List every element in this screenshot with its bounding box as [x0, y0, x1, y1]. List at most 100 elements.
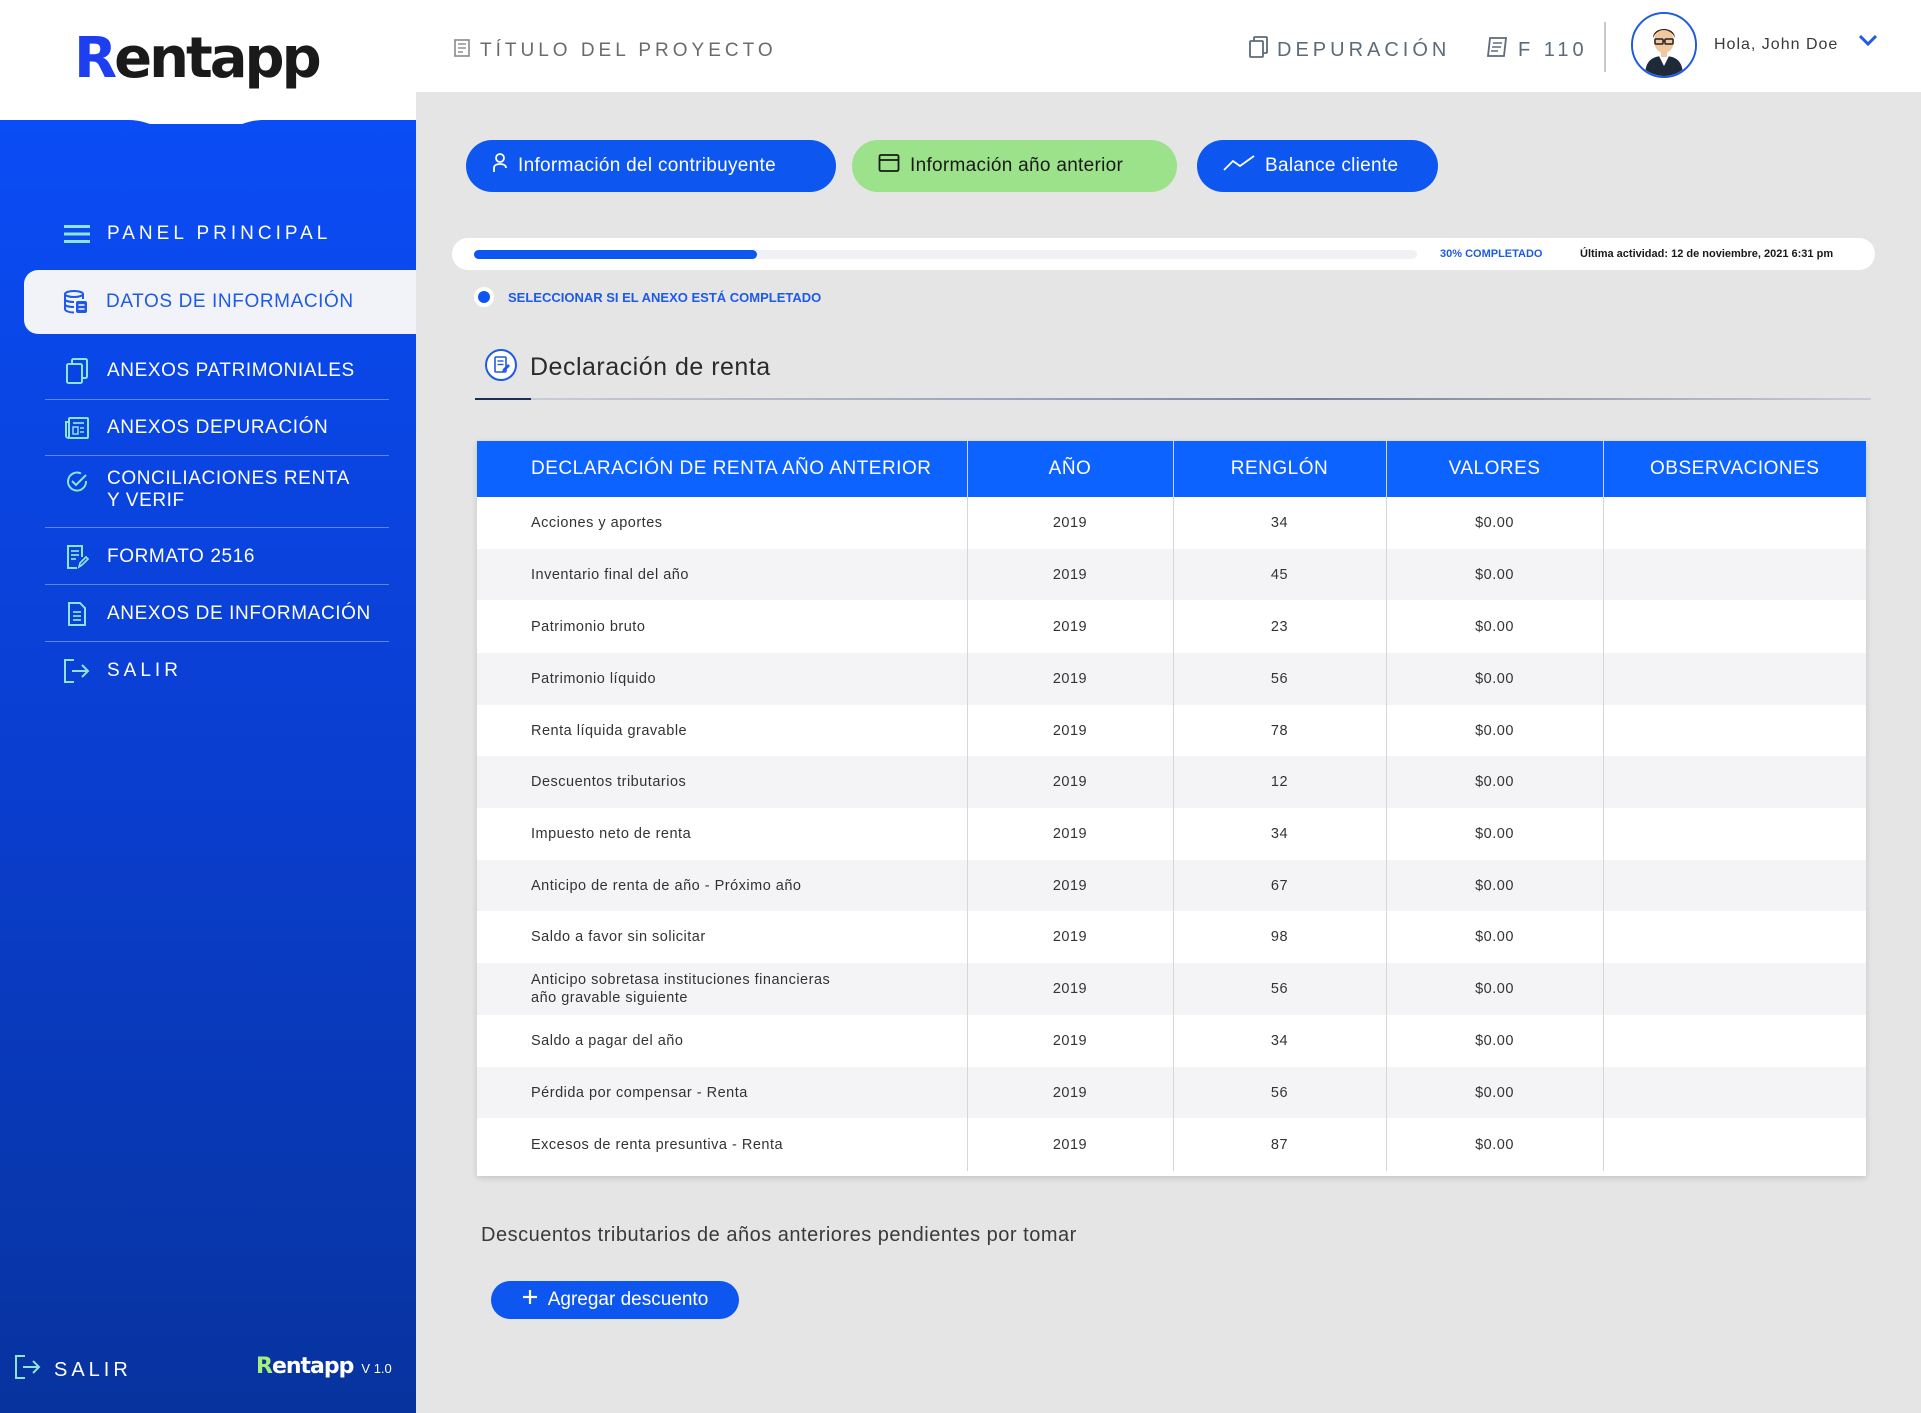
copy-icon	[63, 357, 91, 385]
chevron-down-icon[interactable]	[1858, 33, 1878, 52]
tab-label: Información del contribuyente	[518, 155, 776, 176]
cell-observaciones[interactable]	[1603, 911, 1866, 963]
table-row[interactable]: Pérdida por compensar - Renta 2019 56 $0.00	[477, 1067, 1866, 1118]
complete-checkbox[interactable]: SELECCIONAR SI EL ANEXO ESTÁ COMPLETADO	[474, 287, 821, 307]
cell-renglon: 67	[1173, 860, 1387, 911]
tab-informacion-contribuyente[interactable]: Información del contribuyente	[466, 140, 836, 192]
cell-renglon: 78	[1173, 705, 1387, 756]
cell-renglon: 56	[1173, 963, 1387, 1015]
cell-ano: 2019	[967, 549, 1174, 600]
cell-observaciones[interactable]	[1603, 1067, 1866, 1118]
add-discount-button[interactable]: Agregar descuento	[491, 1281, 739, 1319]
tab-informacion-ano-anterior[interactable]: Información año anterior	[852, 140, 1177, 192]
tab-balance-cliente[interactable]: Balance cliente	[1197, 140, 1438, 192]
column-header-observaciones[interactable]: OBSERVACIONES	[1603, 441, 1866, 497]
sidebar-item-formato-2516[interactable]: FORMATO 2516	[45, 528, 389, 585]
cell-ano: 2019	[967, 1015, 1174, 1067]
sidebar-item-conciliaciones[interactable]: CONCILIACIONES RENTA Y VERIF	[45, 456, 389, 528]
table-row[interactable]: Anticipo sobretasa instituciones financi…	[477, 963, 1866, 1015]
cell-observaciones[interactable]	[1603, 705, 1866, 756]
table-row[interactable]: Saldo a pagar del año 2019 34 $0.00	[477, 1015, 1866, 1067]
cell-ano: 2019	[967, 600, 1174, 653]
cell-concepto: Anticipo de renta de año - Próximo año	[477, 860, 968, 911]
table-row[interactable]: Inventario final del año 2019 45 $0.00	[477, 549, 1866, 600]
newspaper-icon	[63, 414, 91, 442]
footer-logo-text: Rentapp	[256, 1354, 354, 1379]
cell-renglon: 23	[1173, 600, 1387, 653]
cell-observaciones[interactable]	[1603, 1118, 1866, 1171]
header-depuracion-label: DEPURACIÓN	[1277, 38, 1451, 61]
cell-renglon: 34	[1173, 1015, 1387, 1067]
copy-icon	[1249, 36, 1269, 64]
column-header-concepto[interactable]: DECLARACIÓN DE RENTA AÑO ANTERIOR	[477, 441, 968, 497]
sidebar-item-anexos-depuracion[interactable]: ANEXOS DEPURACIÓN	[45, 400, 389, 456]
table-row[interactable]: Saldo a favor sin solicitar 2019 98 $0.00	[477, 911, 1866, 963]
sidebar-item-anexos-patrimoniales[interactable]: ANEXOS PATRIMONIALES	[45, 342, 389, 400]
column-header-ano[interactable]: AÑO	[967, 441, 1174, 497]
cell-concepto-line2: año gravable siguiente	[531, 990, 688, 1006]
cell-concepto: Impuesto neto de renta	[477, 808, 968, 860]
sidebar-item-salir[interactable]: SALIR	[45, 642, 389, 700]
cell-ano: 2019	[967, 911, 1174, 963]
cell-concepto: Patrimonio bruto	[477, 600, 968, 653]
trend-icon	[1223, 154, 1255, 178]
footer-salir-button[interactable]: SALIR	[14, 1354, 132, 1386]
cell-observaciones[interactable]	[1603, 756, 1866, 808]
user-greeting[interactable]: Hola, John Doe	[1714, 36, 1838, 54]
table-row[interactable]: Descuentos tributarios 2019 12 $0.00	[477, 756, 1866, 808]
sidebar-item-panel-principal[interactable]: PANEL PRINCIPAL	[45, 208, 389, 260]
tab-label: Balance cliente	[1265, 155, 1399, 176]
plus-icon	[522, 1289, 538, 1311]
cell-concepto: Saldo a pagar del año	[477, 1015, 968, 1067]
header-separator	[1604, 22, 1606, 72]
cell-ano: 2019	[967, 705, 1174, 756]
sidebar-item-datos-informacion[interactable]: DATOS DE INFORMACIÓN	[24, 270, 416, 334]
cell-valor: $0.00	[1386, 911, 1604, 963]
hamburger-icon	[63, 220, 91, 248]
document-icon	[63, 600, 91, 628]
cell-valor: $0.00	[1386, 963, 1604, 1015]
tab-label: Información año anterior	[910, 155, 1124, 176]
radio-indicator[interactable]	[474, 287, 494, 307]
project-title[interactable]: TÍTULO DEL PROYECTO	[452, 38, 777, 64]
app-logo[interactable]: Rentapp	[74, 24, 322, 94]
declaration-table: DECLARACIÓN DE RENTA AÑO ANTERIOR AÑO RE…	[477, 441, 1866, 1176]
cell-ano: 2019	[967, 497, 1174, 549]
cell-valor: $0.00	[1386, 756, 1604, 808]
table-row[interactable]: Anticipo de renta de año - Próximo año 20…	[477, 860, 1866, 911]
cell-valor: $0.00	[1386, 549, 1604, 600]
cell-valor: $0.00	[1386, 653, 1604, 705]
sidebar-item-anexos-informacion[interactable]: ANEXOS DE INFORMACIÓN	[45, 585, 389, 642]
sidebar-item-label: PANEL PRINCIPAL	[107, 223, 332, 244]
column-header-valores[interactable]: VALORES	[1386, 441, 1604, 497]
table-row[interactable]: Patrimonio líquido 2019 56 $0.00	[477, 653, 1866, 705]
cell-valor: $0.00	[1386, 1118, 1604, 1171]
cell-observaciones[interactable]	[1603, 963, 1866, 1015]
cell-valor: $0.00	[1386, 808, 1604, 860]
add-discount-label: Agregar descuento	[547, 1289, 709, 1310]
cell-observaciones[interactable]	[1603, 600, 1866, 653]
cell-observaciones[interactable]	[1603, 653, 1866, 705]
cell-observaciones[interactable]	[1603, 549, 1866, 600]
header-f110[interactable]: F 110	[1484, 36, 1588, 64]
cell-observaciones[interactable]	[1603, 497, 1866, 549]
cell-observaciones[interactable]	[1603, 808, 1866, 860]
header-f110-label: F 110	[1518, 38, 1588, 61]
cell-valor: $0.00	[1386, 705, 1604, 756]
user-icon	[492, 153, 508, 179]
table-row[interactable]: Impuesto neto de renta 2019 34 $0.00	[477, 808, 1866, 860]
cell-observaciones[interactable]	[1603, 1015, 1866, 1067]
cell-observaciones[interactable]	[1603, 860, 1866, 911]
column-header-renglon[interactable]: RENGLÓN	[1173, 441, 1387, 497]
cell-renglon: 45	[1173, 549, 1387, 600]
progress-fill	[474, 250, 757, 259]
table-row[interactable]: Excesos de renta presuntiva - Renta 2019 8…	[477, 1118, 1866, 1171]
table-row[interactable]: Acciones y aportes 2019 34 $0.00	[477, 497, 1866, 549]
sidebar: PANEL PRINCIPAL DATOS DE INFORMACIÓN ANE…	[0, 124, 416, 1413]
table-row[interactable]: Patrimonio bruto 2019 23 $0.00	[477, 600, 1866, 653]
progress-card: 30% COMPLETADO Última actividad: 12 de n…	[452, 238, 1875, 270]
cell-concepto: Pérdida por compensar - Renta	[477, 1067, 968, 1118]
avatar[interactable]	[1631, 12, 1697, 78]
table-row[interactable]: Renta líquida gravable 2019 78 $0.00	[477, 705, 1866, 756]
header-depuracion[interactable]: DEPURACIÓN	[1249, 36, 1450, 64]
